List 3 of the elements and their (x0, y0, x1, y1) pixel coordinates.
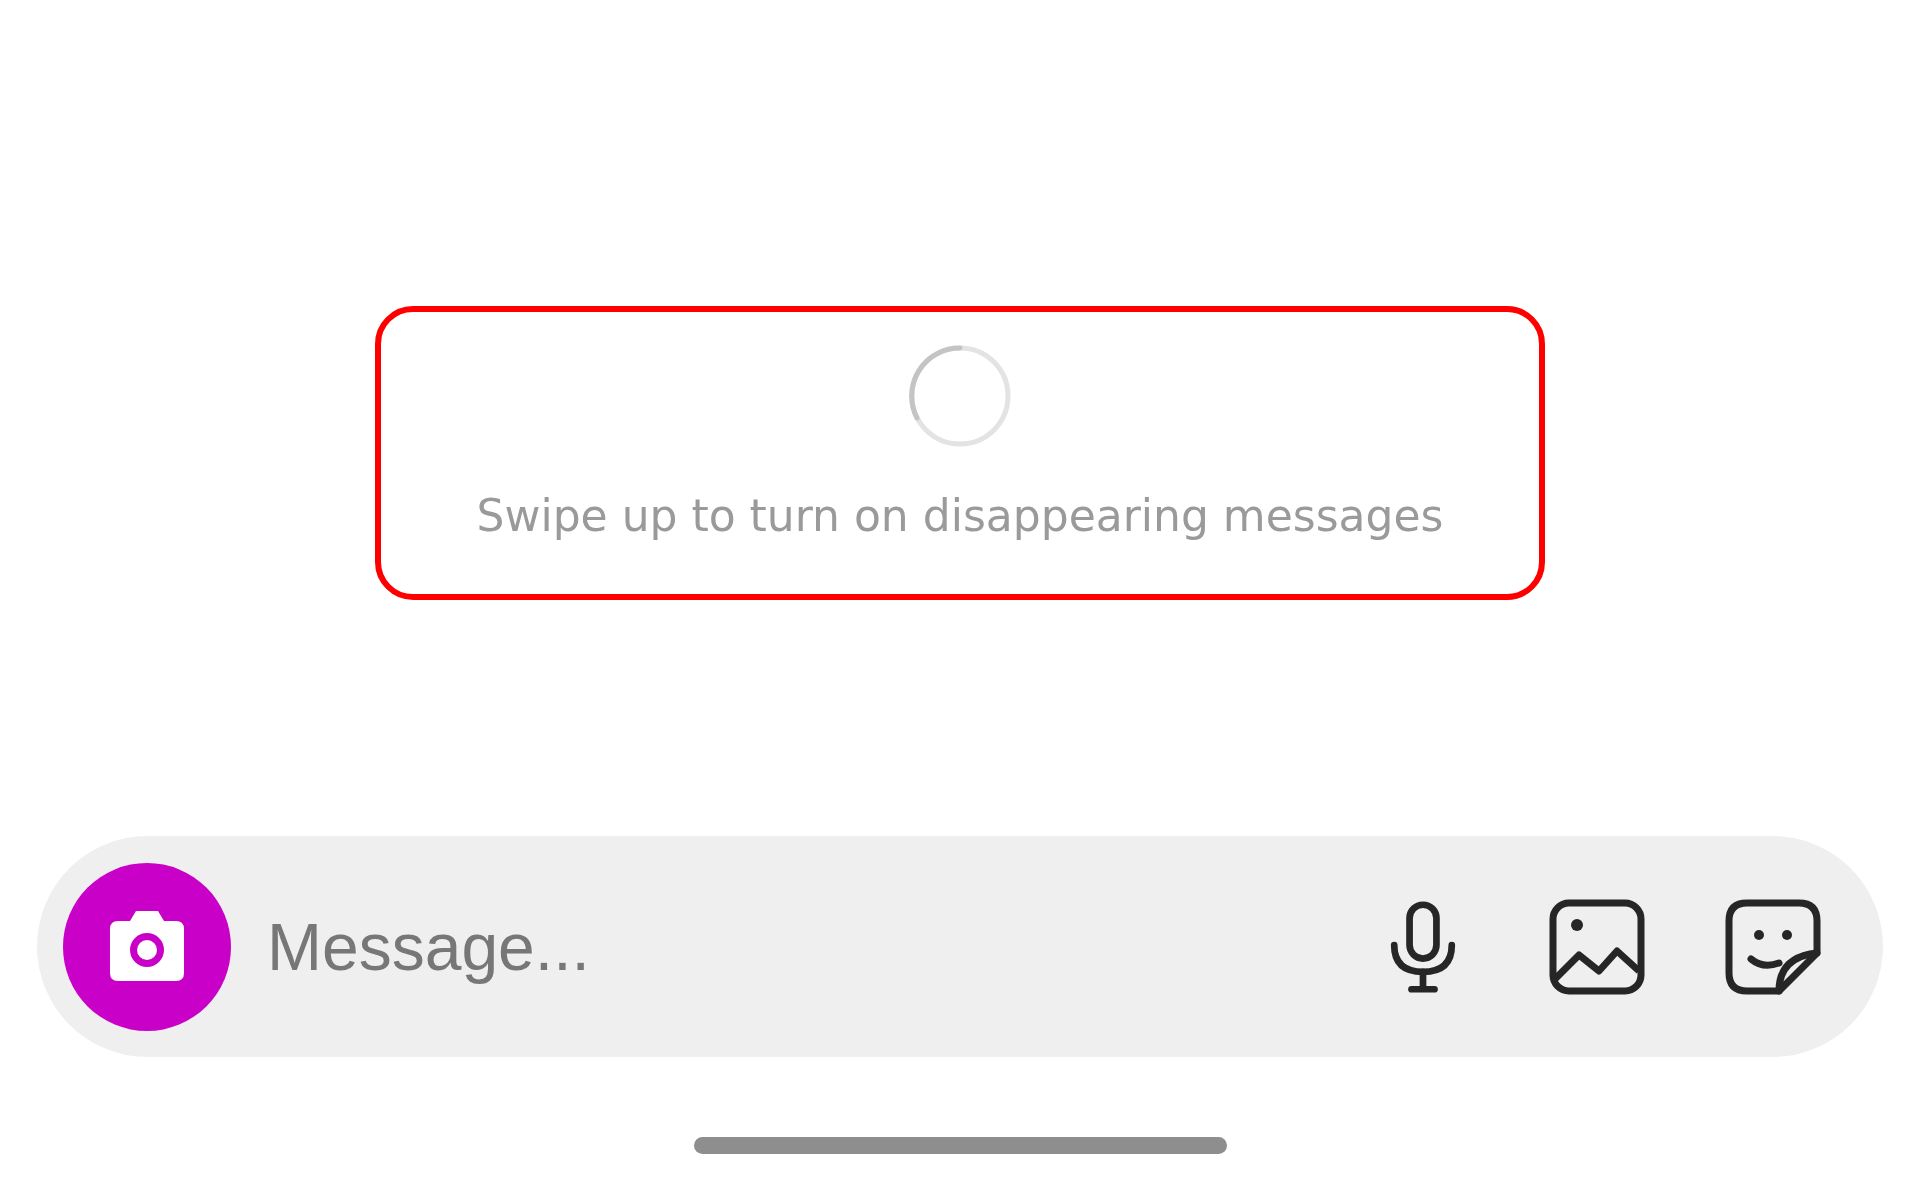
notice-text: Swipe up to turn on disappearing messages (476, 490, 1444, 541)
loading-spinner-icon (908, 344, 1012, 448)
message-input[interactable]: Message... (265, 900, 1299, 993)
